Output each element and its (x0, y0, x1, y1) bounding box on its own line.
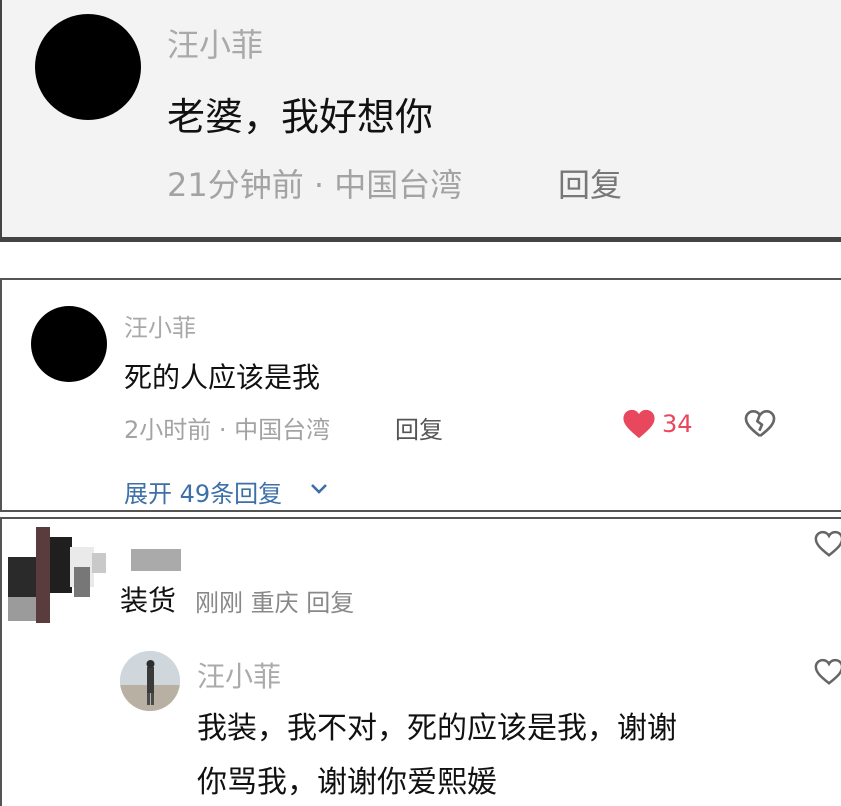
comment-author[interactable]: 装货 (120, 579, 176, 619)
chevron-down-icon[interactable] (310, 482, 328, 496)
comment-card-3: 装货 刚刚 重庆 回复 汪小菲 我装，我不对，死的应该是我，谢谢 你骂我，谢谢你… (0, 517, 841, 806)
comment-card-2: 汪小菲 死的人应该是我 2小时前 · 中国台湾 回复 34 展开 49条回复 (0, 278, 841, 512)
comment-meta: 2小时前 · 中国台湾 (124, 416, 331, 444)
expand-replies-link[interactable]: 展开 49条回复 (124, 474, 282, 509)
comment-text: 老婆，我好想你 (167, 95, 434, 139)
comment-text: 死的人应该是我 (124, 361, 321, 394)
broken-heart-icon[interactable] (744, 408, 776, 440)
redacted-name (131, 549, 181, 571)
reply-author[interactable]: 汪小菲 (197, 655, 281, 695)
comment-meta: 21分钟前 · 中国台湾 (167, 166, 463, 204)
comment-card-1: 汪小菲 老婆，我好想你 21分钟前 · 中国台湾 回复 (0, 0, 841, 242)
heart-outline-icon[interactable] (814, 657, 841, 687)
avatar-redacted[interactable] (35, 14, 141, 120)
avatar[interactable] (120, 651, 180, 711)
comment-author[interactable]: 汪小菲 (124, 308, 196, 343)
reply-text-line-2: 你骂我，谢谢你爱熙媛 (197, 765, 497, 800)
reply-button[interactable]: 回复 (395, 410, 443, 445)
reply-text-line-1: 我装，我不对，死的应该是我，谢谢 (197, 711, 677, 746)
heart-outline-icon[interactable] (814, 529, 841, 559)
avatar-redacted[interactable] (31, 306, 107, 382)
comment-meta: 刚刚 重庆 回复 (195, 589, 355, 617)
heart-icon[interactable] (622, 408, 656, 440)
comment-author[interactable]: 汪小菲 (167, 20, 263, 66)
like-count: 34 (662, 410, 693, 438)
reply-button[interactable]: 回复 (558, 160, 622, 206)
avatar-pixelated[interactable] (8, 527, 108, 623)
